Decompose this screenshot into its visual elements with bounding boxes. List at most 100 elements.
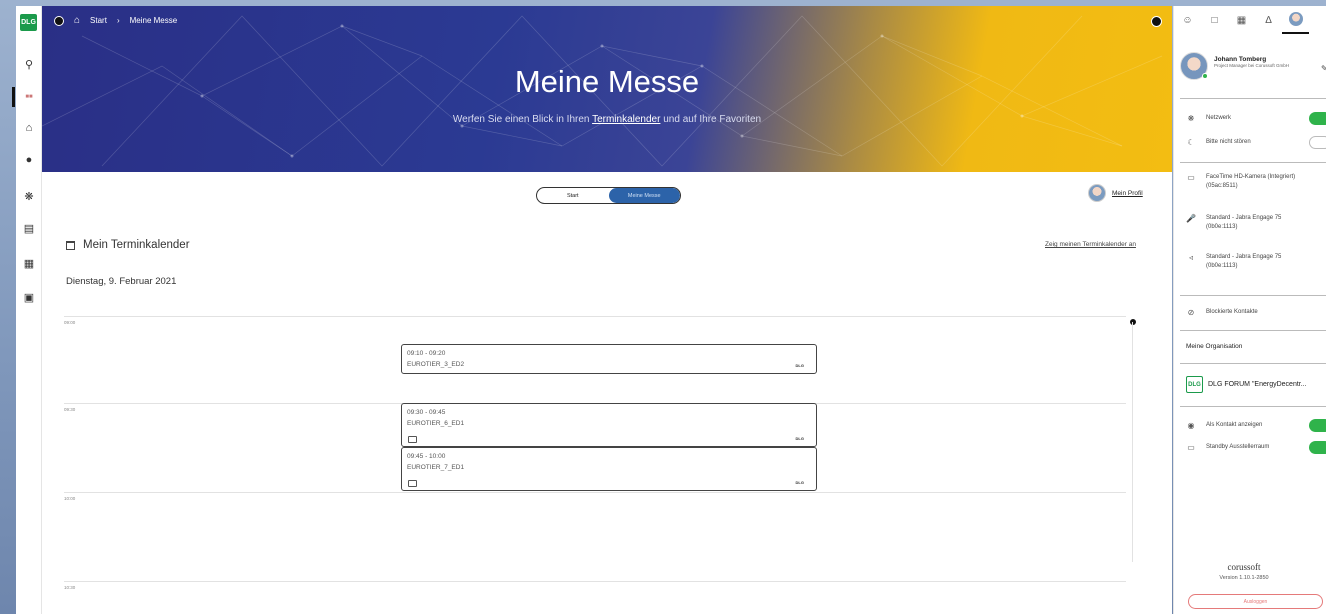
subtitle-text-before: Werfen Sie einen Blick in Ihren (452, 114, 590, 125)
setting-row: ☾ Bitte nicht stören (1186, 138, 1301, 147)
appointment-card[interactable]: 09:30 - 09:45 EUROTIER_6_ED1 DLG (401, 403, 817, 447)
setting-label: Als Kontakt anzeigen (1206, 422, 1263, 428)
screen-icon (408, 480, 417, 487)
brand-logo: corussoft (1227, 562, 1261, 572)
page-title: Meine Messe (514, 64, 700, 99)
appointment-name: EUROTIER_6_ED1 (407, 420, 465, 427)
breadcrumb-current: Meine Messe (129, 16, 178, 25)
dnd-toggle[interactable] (1309, 136, 1326, 149)
calendar-icon[interactable]: ▦ (1228, 6, 1255, 34)
breadcrumb-start[interactable]: Start (90, 16, 107, 25)
appointment-logo: DLG (795, 363, 804, 368)
appointment-time: 09:30 - 09:45 (407, 409, 446, 416)
timeline-vertical-line (1132, 322, 1133, 562)
network-icon[interactable]: ❋ (16, 188, 42, 204)
dlg-logo[interactable]: DLG (20, 14, 37, 31)
setting-label: Bitte nicht stören (1206, 139, 1251, 145)
location-icon[interactable]: ● (16, 152, 42, 168)
device-row[interactable]: ▭ FaceTime HD-Kamera (Integriert) (05ac:… (1186, 173, 1301, 191)
user-role: Project Manager bei Corussoft GmbH (1214, 63, 1290, 68)
notification-dot-icon[interactable] (1151, 16, 1162, 27)
bell-icon[interactable]: ∆ (1255, 6, 1282, 34)
device-label: Standard - Jabra Engage 75 (0b0e:1113) (1206, 215, 1282, 230)
calendar-date: Dienstag, 9. Februar 2021 (66, 276, 177, 287)
main-content: ⌂ Start › Meine Messe Meine Messe Werfen… (42, 6, 1172, 614)
speaker-icon: ◃ (1188, 253, 1193, 262)
document-icon[interactable]: ▤ (16, 220, 42, 236)
appointment-card[interactable]: 09:10 - 09:20 EUROTIER_3_ED2 DLG (401, 344, 817, 374)
show-calendar-link[interactable]: Zeig meinen Terminkalender an (1045, 241, 1136, 248)
network-toggle[interactable] (1309, 112, 1326, 125)
appointment-time: 09:45 - 10:00 (407, 453, 446, 460)
setting-row: ❋ Netzwerk (1186, 114, 1301, 123)
avatar (1088, 184, 1106, 202)
setting-label: Standby Ausstellerraum (1206, 444, 1270, 450)
terminkalender-link[interactable]: Terminkalender (592, 114, 660, 125)
device-label: FaceTime HD-Kamera (Integriert) (05ac:85… (1206, 174, 1296, 189)
menu-dot-icon[interactable] (54, 15, 64, 26)
calendar-timeline: 09:00 09:30 10:00 10:30 09:10 - 09:20 EU… (64, 314, 1136, 614)
device-row[interactable]: ◃ Standard - Jabra Engage 75 (0b0e:1113) (1186, 253, 1301, 271)
divider (1180, 98, 1326, 99)
device-row[interactable]: 🎤 Standard - Jabra Engage 75 (0b0e:1113) (1186, 214, 1301, 232)
breadcrumb: ⌂ Start › Meine Messe (54, 15, 177, 26)
divider (1180, 406, 1326, 407)
my-profile-link[interactable]: Mein Profil (1088, 184, 1143, 202)
home-icon[interactable]: ⌂ (16, 120, 42, 136)
organization-item[interactable]: DLG DLG FORUM "EnergyDecentr... (1186, 376, 1307, 393)
screen-icon (408, 436, 417, 443)
person-icon[interactable]: ☺ (1174, 6, 1201, 34)
org-logo: DLG (1186, 376, 1203, 393)
microphone-icon: 🎤 (1186, 214, 1196, 223)
avatar (1288, 12, 1303, 26)
appointment-card[interactable]: 09:45 - 10:00 EUROTIER_7_ED1 DLG (401, 447, 817, 491)
toggle-start[interactable]: Start (537, 188, 609, 203)
show-contact-toggle[interactable] (1309, 419, 1326, 432)
gift-icon[interactable]: ▣ (16, 289, 42, 305)
network-icon: ❋ (1187, 114, 1195, 123)
tab-profile[interactable] (1282, 6, 1309, 34)
time-line (64, 581, 1126, 582)
appointment-logo: DLG (795, 480, 804, 485)
appointment-name: EUROTIER_3_ED2 (407, 361, 465, 368)
moon-icon: ☾ (1187, 138, 1195, 147)
camera-icon: ▭ (1187, 173, 1195, 182)
blocked-label: Blockierte Kontakte (1206, 309, 1258, 315)
home-icon[interactable]: ⌂ (74, 15, 80, 26)
time-label: 10:30 (64, 585, 76, 590)
online-status-icon (1202, 73, 1208, 79)
user-card: Johann Tomberg Project Manager bei Corus… (1180, 52, 1306, 80)
hero-banner: ⌂ Start › Meine Messe Meine Messe Werfen… (42, 6, 1172, 172)
shop-icon[interactable]: ▦ (16, 255, 42, 271)
setting-label: Netzwerk (1206, 115, 1232, 121)
logout-button[interactable]: Ausloggen (1188, 594, 1323, 609)
avatar (1180, 52, 1208, 80)
active-indicator (12, 87, 15, 107)
appointment-name: EUROTIER_7_ED1 (407, 464, 465, 471)
standby-toggle[interactable] (1309, 441, 1326, 454)
time-label: 09:30 (64, 407, 76, 412)
search-icon[interactable]: ⚲ (16, 56, 42, 72)
time-line (64, 492, 1126, 493)
divider (1180, 330, 1326, 331)
organization-heading: Meine Organisation (1186, 343, 1243, 350)
breadcrumb-separator: › (116, 16, 120, 25)
panel-tabs: ☺ □ ▦ ∆ (1174, 6, 1326, 34)
edit-icon[interactable]: ✎ (1321, 64, 1326, 73)
expo-icon[interactable]: ■■ (16, 89, 42, 105)
blocked-contacts-row[interactable]: ⊘ Blockierte Kontakte (1186, 308, 1301, 317)
calendar-icon (66, 240, 75, 250)
appointment-logo: DLG (795, 436, 804, 441)
time-label: 10:00 (64, 496, 76, 501)
left-sidebar: DLG ⚲ ■■ ⌂ ● ❋ ▤ ▦ ▣ (12, 6, 42, 614)
time-label: 09:00 (64, 320, 76, 325)
toggle-meine-messe[interactable]: Meine Messe (608, 188, 680, 203)
current-time-dot (1130, 319, 1136, 325)
calendar-title: Mein Terminkalender (83, 239, 190, 251)
blocked-icon: ⊘ (1187, 308, 1195, 317)
page-subtitle: Werfen Sie einen Blick in Ihren Terminka… (42, 114, 1172, 125)
version-text: Version 1.10.1-2850 (1219, 575, 1269, 581)
chat-icon[interactable]: □ (1201, 6, 1228, 34)
appointment-time: 09:10 - 09:20 (407, 350, 446, 357)
camera-icon: ▭ (1187, 443, 1195, 452)
